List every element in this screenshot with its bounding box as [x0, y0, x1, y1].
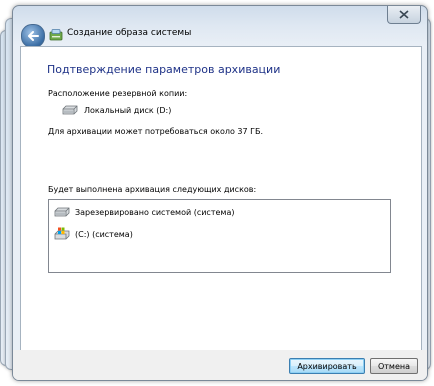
backup-app-icon — [49, 29, 63, 41]
close-button[interactable] — [387, 6, 421, 24]
backup-location-row: Локальный диск (D:) — [61, 105, 171, 116]
list-item: (C:) (система) — [53, 227, 133, 241]
drive-icon — [54, 207, 70, 217]
disk-list[interactable]: Зарезервировано системой (система) (C:) … — [48, 199, 391, 273]
windows-drive-icon — [54, 227, 70, 240]
disk-label: (C:) (система) — [75, 229, 133, 239]
size-estimate-text: Для архивации может потребоваться около … — [48, 127, 264, 136]
backup-location-value: Локальный диск (D:) — [84, 106, 172, 115]
backup-dialog-window: Создание образа системы Подтверждение па… — [12, 5, 428, 381]
cancel-button[interactable]: Отмена — [370, 358, 418, 374]
list-item: Зарезервировано системой (система) — [53, 207, 234, 218]
back-button[interactable] — [21, 24, 45, 48]
disks-list-label: Будет выполнена архивация следующих диск… — [48, 185, 257, 194]
window-title: Создание образа системы — [67, 28, 192, 38]
dialog-footer: Архивировать Отмена — [13, 350, 427, 380]
back-arrow-icon — [28, 31, 39, 41]
backup-location-label: Расположение резервной копии: — [48, 89, 188, 98]
disk-label: Зарезервировано системой (система) — [75, 208, 235, 217]
close-icon — [399, 10, 409, 19]
archive-button[interactable]: Архивировать — [289, 358, 365, 374]
drive-icon — [62, 105, 78, 115]
page-heading: Подтверждение параметров архивации — [47, 63, 281, 76]
content-panel: Подтверждение параметров архивации Распо… — [20, 46, 422, 351]
